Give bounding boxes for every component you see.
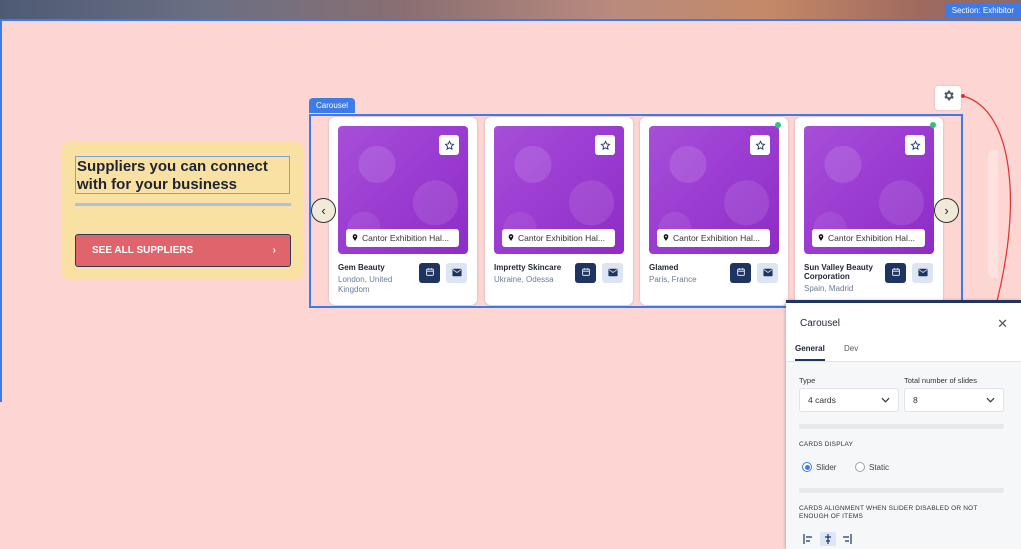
supplier-image: Cantor Exhibition Hal... [338, 126, 468, 254]
mail-icon [451, 264, 462, 282]
connector-arrow [961, 94, 1011, 321]
close-icon[interactable]: ✕ [997, 316, 1008, 332]
type-label: Type [799, 376, 816, 385]
carousel-prev-button[interactable]: ‹ [311, 198, 336, 223]
chevron-right-icon: › [944, 203, 949, 218]
mail-icon [917, 264, 928, 282]
gear-icon [942, 89, 955, 107]
star-icon[interactable] [905, 135, 925, 155]
see-all-suppliers-button[interactable]: SEE ALL SUPPLIERS › [75, 234, 291, 267]
location-pin-icon [662, 233, 670, 244]
supplier-name: Sun Valley Beauty Corporation [804, 263, 873, 281]
message-button[interactable] [602, 263, 623, 283]
panel-body: Type 4 cards Total number of slides 8 CA… [786, 362, 1021, 549]
supplier-card[interactable]: Cantor Exhibition Hal... Sun Valley Beau… [795, 117, 943, 305]
align-right-icon[interactable] [839, 532, 855, 546]
align-center-icon[interactable] [820, 532, 836, 546]
supplier-image: Cantor Exhibition Hal... [649, 126, 779, 254]
chevron-right-icon: › [272, 245, 276, 256]
calendar-icon [425, 264, 435, 282]
radio-slider-label: Slider [816, 462, 837, 472]
location-tag: Cantor Exhibition Hal... [502, 229, 615, 247]
cards-alignment-label: CARDS ALIGNMENT WHEN SLIDER DISABLED OR … [799, 505, 978, 520]
heading-divider [75, 203, 291, 206]
chevron-down-icon [881, 395, 890, 405]
location-text: Cantor Exhibition Hal... [362, 233, 449, 243]
panel-tabs: General Dev [786, 341, 1021, 362]
location-tag: Cantor Exhibition Hal... [657, 229, 770, 247]
supplier-image: Cantor Exhibition Hal... [494, 126, 624, 254]
location-text: Cantor Exhibition Hal... [673, 233, 760, 243]
radio-unchecked-icon [855, 462, 865, 472]
cards-display-label: CARDS DISPLAY [799, 441, 854, 448]
location-text: Cantor Exhibition Hal... [518, 233, 605, 243]
total-slides-label: Total number of slides [904, 376, 977, 385]
mail-icon [762, 264, 773, 282]
supplier-place: Paris, France [649, 275, 697, 284]
supplier-name: Impretty Skincare [494, 263, 562, 272]
message-button[interactable] [757, 263, 778, 283]
supplier-card[interactable]: Cantor Exhibition Hal... Impretty Skinca… [485, 117, 633, 305]
calendar-icon [891, 264, 901, 282]
divider [799, 424, 1004, 429]
calendar-icon [736, 264, 746, 282]
supplier-place: Ukraine, Odessa [494, 275, 554, 284]
radio-checked-icon [802, 462, 812, 472]
location-pin-icon [351, 233, 359, 244]
panel-title: Carousel [800, 318, 841, 329]
align-left-icon[interactable] [800, 532, 816, 546]
supplier-card[interactable]: Cantor Exhibition Hal... Glamed Paris, F… [640, 117, 788, 305]
star-icon[interactable] [595, 135, 615, 155]
chevron-left-icon: ‹ [321, 203, 326, 218]
location-tag: Cantor Exhibition Hal... [346, 229, 459, 247]
radio-slider[interactable]: Slider [802, 462, 836, 472]
suppliers-heading[interactable]: Suppliers you can connect with for your … [75, 156, 290, 194]
supplier-place: London, United Kingdom [338, 275, 393, 294]
calendar-button[interactable] [419, 263, 440, 283]
calendar-icon [581, 264, 591, 282]
type-select[interactable]: 4 cards [799, 388, 899, 412]
total-slides-value: 8 [913, 395, 918, 405]
radio-static[interactable]: Static [855, 462, 889, 472]
radio-static-label: Static [869, 462, 890, 472]
calendar-button[interactable] [885, 263, 906, 283]
star-icon[interactable] [439, 135, 459, 155]
cta-label: SEE ALL SUPPLIERS [92, 245, 194, 256]
total-slides-select[interactable]: 8 [904, 388, 1004, 412]
message-button[interactable] [912, 263, 933, 283]
section-label[interactable]: Section: Exhibitor [944, 3, 1021, 18]
carousel-tag[interactable]: Carousel [309, 98, 356, 113]
message-button[interactable] [446, 263, 467, 283]
supplier-image: Cantor Exhibition Hal... [804, 126, 934, 254]
supplier-place: Spain, Madrid [804, 284, 854, 293]
mail-icon [607, 264, 618, 282]
hero-image-strip [0, 0, 1021, 20]
carousel-settings-panel: Carousel ✕ General Dev Type 4 cards Tota… [786, 300, 1021, 549]
location-text: Cantor Exhibition Hal... [828, 233, 915, 243]
online-status-dot [775, 122, 781, 128]
online-status-dot [930, 122, 936, 128]
type-select-value: 4 cards [808, 395, 836, 405]
supplier-name: Gem Beauty [338, 263, 385, 272]
chevron-down-icon [986, 395, 995, 405]
location-pin-icon [507, 233, 515, 244]
tab-dev[interactable]: Dev [844, 344, 858, 353]
supplier-name: Glamed [649, 263, 679, 272]
star-icon[interactable] [750, 135, 770, 155]
location-tag: Cantor Exhibition Hal... [812, 229, 925, 247]
tab-general[interactable]: General [795, 344, 825, 361]
location-pin-icon [817, 233, 825, 244]
divider [799, 488, 1004, 493]
supplier-card[interactable]: Cantor Exhibition Hal... Gem Beauty Lond… [329, 117, 477, 305]
calendar-button[interactable] [730, 263, 751, 283]
calendar-button[interactable] [575, 263, 596, 283]
